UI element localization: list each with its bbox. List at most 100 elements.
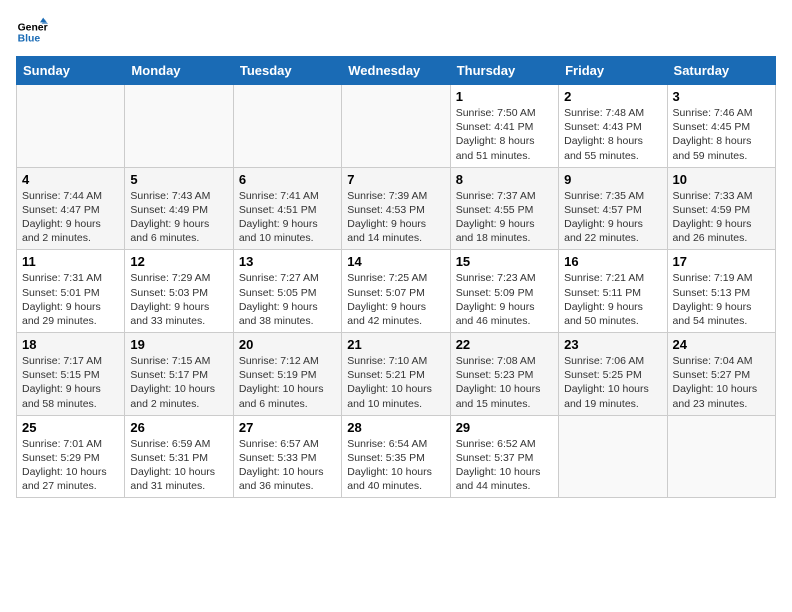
day-info: Sunrise: 7:50 AM Sunset: 4:41 PM Dayligh… [456, 106, 553, 163]
day-number: 23 [564, 337, 661, 352]
logo-icon: General Blue [16, 16, 48, 48]
day-info: Sunrise: 7:21 AM Sunset: 5:11 PM Dayligh… [564, 271, 661, 328]
day-cell [17, 85, 125, 168]
day-cell: 8 Sunrise: 7:37 AM Sunset: 4:55 PM Daylig… [450, 167, 558, 250]
col-header-sunday: Sunday [17, 57, 125, 85]
day-number: 2 [564, 89, 661, 104]
day-info: Sunrise: 6:52 AM Sunset: 5:37 PM Dayligh… [456, 437, 553, 494]
day-cell [342, 85, 450, 168]
day-info: Sunrise: 7:01 AM Sunset: 5:29 PM Dayligh… [22, 437, 119, 494]
day-number: 12 [130, 254, 227, 269]
day-cell: 19 Sunrise: 7:15 AM Sunset: 5:17 PM Dayli… [125, 333, 233, 416]
day-cell: 5 Sunrise: 7:43 AM Sunset: 4:49 PM Daylig… [125, 167, 233, 250]
day-info: Sunrise: 7:43 AM Sunset: 4:49 PM Dayligh… [130, 189, 227, 246]
day-cell: 29 Sunrise: 6:52 AM Sunset: 5:37 PM Dayli… [450, 415, 558, 498]
day-info: Sunrise: 7:06 AM Sunset: 5:25 PM Dayligh… [564, 354, 661, 411]
day-number: 29 [456, 420, 553, 435]
day-cell: 22 Sunrise: 7:08 AM Sunset: 5:23 PM Dayli… [450, 333, 558, 416]
day-cell: 9Sunrise: 7:35 AM Sunset: 4:57 PM Daylig… [559, 167, 667, 250]
day-cell: 23 Sunrise: 7:06 AM Sunset: 5:25 PM Dayli… [559, 333, 667, 416]
col-header-thursday: Thursday [450, 57, 558, 85]
day-cell: 24 Sunrise: 7:04 AM Sunset: 5:27 PM Dayli… [667, 333, 775, 416]
day-cell: 1 Sunrise: 7:50 AM Sunset: 4:41 PM Daylig… [450, 85, 558, 168]
day-number: 19 [130, 337, 227, 352]
day-info: Sunrise: 7:23 AM Sunset: 5:09 PM Dayligh… [456, 271, 553, 328]
day-cell [559, 415, 667, 498]
day-cell: 3 Sunrise: 7:46 AM Sunset: 4:45 PM Daylig… [667, 85, 775, 168]
week-row-2: 4 Sunrise: 7:44 AM Sunset: 4:47 PM Daylig… [17, 167, 776, 250]
day-cell: 21Sunrise: 7:10 AM Sunset: 5:21 PM Dayli… [342, 333, 450, 416]
day-number: 22 [456, 337, 553, 352]
day-cell: 7 Sunrise: 7:39 AM Sunset: 4:53 PM Daylig… [342, 167, 450, 250]
day-info: Sunrise: 7:29 AM Sunset: 5:03 PM Dayligh… [130, 271, 227, 328]
day-number: 25 [22, 420, 119, 435]
day-cell [667, 415, 775, 498]
day-cell [233, 85, 341, 168]
week-row-1: 1 Sunrise: 7:50 AM Sunset: 4:41 PM Daylig… [17, 85, 776, 168]
calendar-table: SundayMondayTuesdayWednesdayThursdayFrid… [16, 56, 776, 498]
day-number: 24 [673, 337, 770, 352]
day-cell: 12 Sunrise: 7:29 AM Sunset: 5:03 PM Dayli… [125, 250, 233, 333]
svg-text:Blue: Blue [18, 34, 41, 45]
col-header-wednesday: Wednesday [342, 57, 450, 85]
day-info: Sunrise: 7:15 AM Sunset: 5:17 PM Dayligh… [130, 354, 227, 411]
week-row-3: 11 Sunrise: 7:31 AM Sunset: 5:01 PM Dayli… [17, 250, 776, 333]
day-cell: 2 Sunrise: 7:48 AM Sunset: 4:43 PM Daylig… [559, 85, 667, 168]
day-number: 28 [347, 420, 444, 435]
day-cell: 20 Sunrise: 7:12 AM Sunset: 5:19 PM Dayli… [233, 333, 341, 416]
day-info: Sunrise: 7:48 AM Sunset: 4:43 PM Dayligh… [564, 106, 661, 163]
day-number: 14 [347, 254, 444, 269]
day-info: Sunrise: 7:39 AM Sunset: 4:53 PM Dayligh… [347, 189, 444, 246]
day-cell: 17 Sunrise: 7:19 AM Sunset: 5:13 PM Dayli… [667, 250, 775, 333]
day-number: 16 [564, 254, 661, 269]
day-info: Sunrise: 7:10 AM Sunset: 5:21 PM Dayligh… [347, 354, 444, 411]
page-header: General Blue [16, 16, 776, 48]
day-number: 9 [564, 172, 661, 187]
day-cell: 10 Sunrise: 7:33 AM Sunset: 4:59 PM Dayli… [667, 167, 775, 250]
day-info: Sunrise: 7:19 AM Sunset: 5:13 PM Dayligh… [673, 271, 770, 328]
day-number: 6 [239, 172, 336, 187]
week-row-4: 18Sunrise: 7:17 AM Sunset: 5:15 PM Dayli… [17, 333, 776, 416]
day-cell: 11 Sunrise: 7:31 AM Sunset: 5:01 PM Dayli… [17, 250, 125, 333]
day-number: 11 [22, 254, 119, 269]
day-info: Sunrise: 7:27 AM Sunset: 5:05 PM Dayligh… [239, 271, 336, 328]
day-number: 27 [239, 420, 336, 435]
day-cell: 27 Sunrise: 6:57 AM Sunset: 5:33 PM Dayli… [233, 415, 341, 498]
col-header-tuesday: Tuesday [233, 57, 341, 85]
col-header-monday: Monday [125, 57, 233, 85]
day-info: Sunrise: 7:31 AM Sunset: 5:01 PM Dayligh… [22, 271, 119, 328]
day-number: 20 [239, 337, 336, 352]
day-info: Sunrise: 7:41 AM Sunset: 4:51 PM Dayligh… [239, 189, 336, 246]
day-info: Sunrise: 7:37 AM Sunset: 4:55 PM Dayligh… [456, 189, 553, 246]
day-info: Sunrise: 7:17 AM Sunset: 5:15 PM Dayligh… [22, 354, 119, 411]
col-header-saturday: Saturday [667, 57, 775, 85]
day-number: 17 [673, 254, 770, 269]
day-number: 3 [673, 89, 770, 104]
day-info: Sunrise: 7:04 AM Sunset: 5:27 PM Dayligh… [673, 354, 770, 411]
day-number: 8 [456, 172, 553, 187]
day-number: 10 [673, 172, 770, 187]
day-cell: 26 Sunrise: 6:59 AM Sunset: 5:31 PM Dayli… [125, 415, 233, 498]
day-cell [125, 85, 233, 168]
day-cell: 13 Sunrise: 7:27 AM Sunset: 5:05 PM Dayli… [233, 250, 341, 333]
day-number: 4 [22, 172, 119, 187]
day-info: Sunrise: 7:46 AM Sunset: 4:45 PM Dayligh… [673, 106, 770, 163]
day-info: Sunrise: 7:33 AM Sunset: 4:59 PM Dayligh… [673, 189, 770, 246]
day-info: Sunrise: 7:12 AM Sunset: 5:19 PM Dayligh… [239, 354, 336, 411]
day-cell: 4 Sunrise: 7:44 AM Sunset: 4:47 PM Daylig… [17, 167, 125, 250]
day-cell: 6 Sunrise: 7:41 AM Sunset: 4:51 PM Daylig… [233, 167, 341, 250]
day-info: Sunrise: 7:44 AM Sunset: 4:47 PM Dayligh… [22, 189, 119, 246]
day-number: 13 [239, 254, 336, 269]
day-cell: 28Sunrise: 6:54 AM Sunset: 5:35 PM Dayli… [342, 415, 450, 498]
day-cell: 18Sunrise: 7:17 AM Sunset: 5:15 PM Dayli… [17, 333, 125, 416]
day-info: Sunrise: 7:08 AM Sunset: 5:23 PM Dayligh… [456, 354, 553, 411]
day-number: 26 [130, 420, 227, 435]
day-number: 7 [347, 172, 444, 187]
day-number: 1 [456, 89, 553, 104]
day-info: Sunrise: 6:57 AM Sunset: 5:33 PM Dayligh… [239, 437, 336, 494]
week-row-5: 25 Sunrise: 7:01 AM Sunset: 5:29 PM Dayli… [17, 415, 776, 498]
day-number: 5 [130, 172, 227, 187]
day-info: Sunrise: 6:59 AM Sunset: 5:31 PM Dayligh… [130, 437, 227, 494]
calendar-header-row: SundayMondayTuesdayWednesdayThursdayFrid… [17, 57, 776, 85]
day-cell: 15Sunrise: 7:23 AM Sunset: 5:09 PM Dayli… [450, 250, 558, 333]
